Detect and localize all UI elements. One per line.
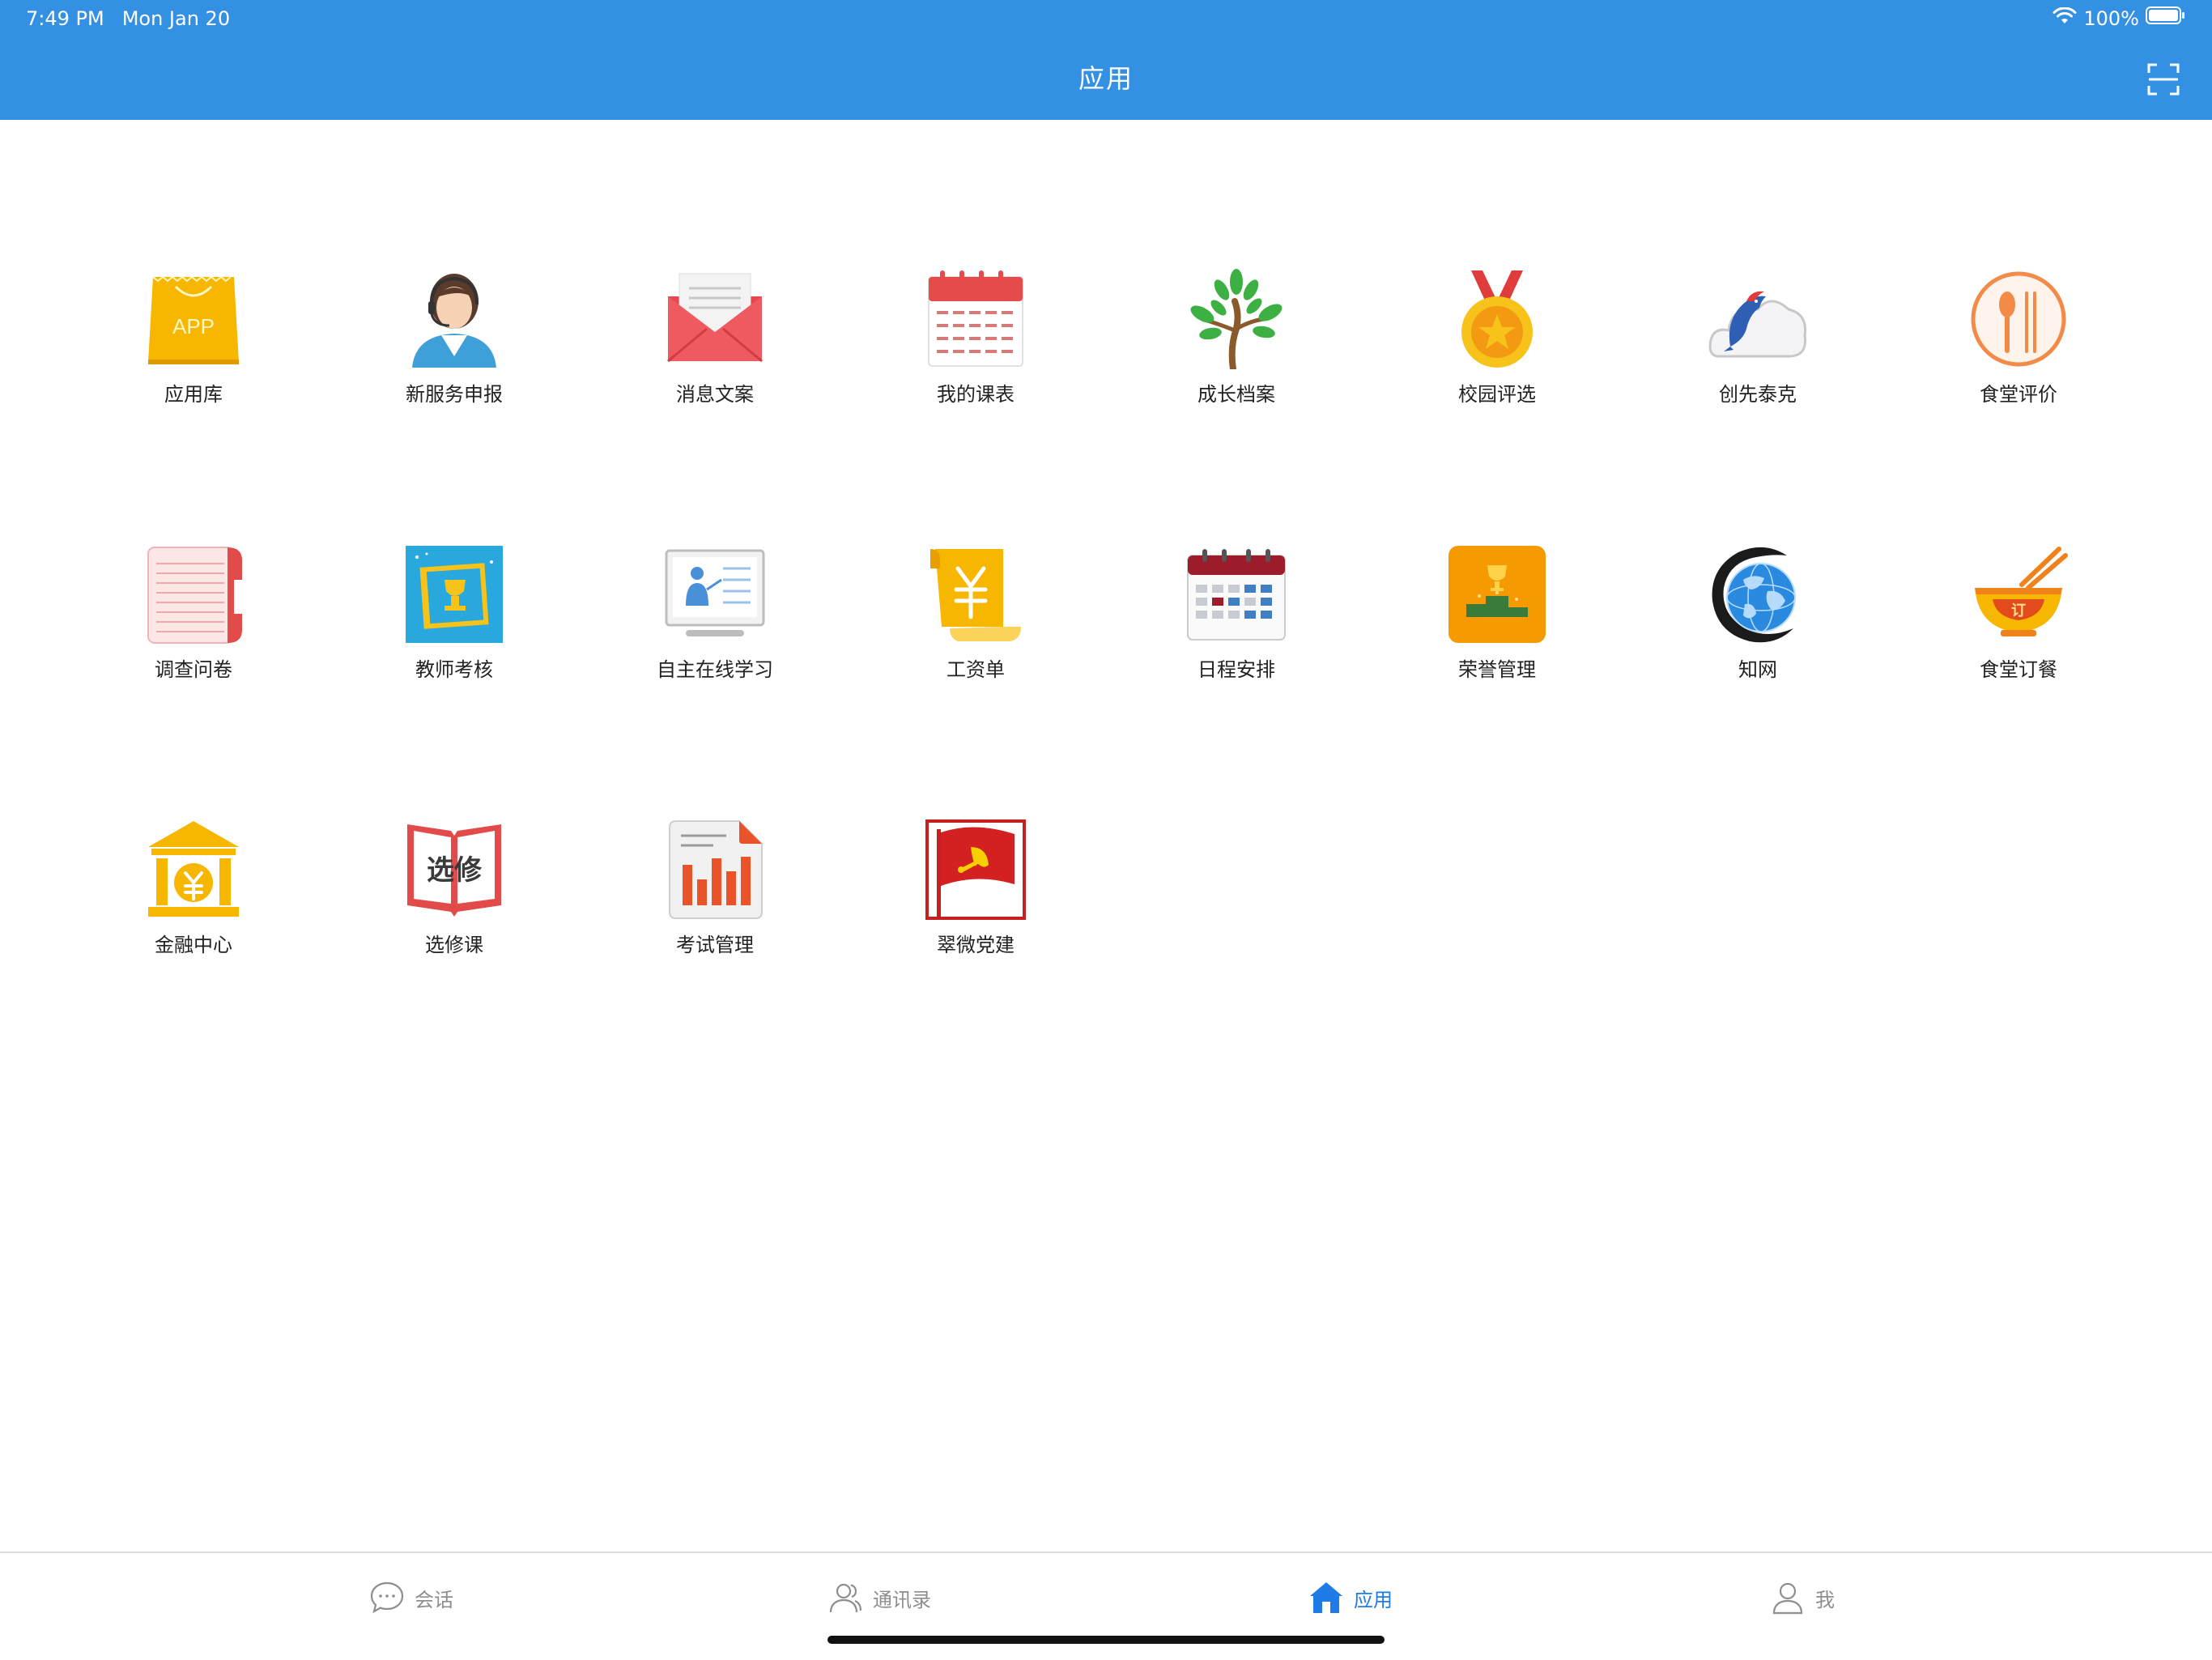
app-label: 金融中心 bbox=[155, 934, 232, 956]
svg-text:APP: APP bbox=[172, 314, 215, 338]
app-tile-survey[interactable]: 调查问卷 bbox=[63, 470, 324, 681]
online-teacher-icon bbox=[665, 544, 765, 645]
home-indicator bbox=[827, 1636, 1385, 1644]
order-bowl-icon: 订 bbox=[1968, 544, 2069, 645]
globe-icon bbox=[1708, 544, 1808, 645]
app-label: 创先泰克 bbox=[1719, 383, 1797, 406]
profile-icon bbox=[1770, 1580, 1806, 1615]
survey-notebook-icon bbox=[143, 544, 244, 645]
svg-text:选修: 选修 bbox=[427, 854, 483, 887]
tab-chat[interactable]: 会话 bbox=[369, 1577, 453, 1618]
app-tile-online-learning[interactable]: 自主在线学习 bbox=[585, 470, 845, 681]
status-date: Mon Jan 20 bbox=[121, 7, 231, 30]
app-tile-elective[interactable]: 选修 选修课 bbox=[324, 745, 585, 956]
app-tile-app-store[interactable]: APP 应用库 bbox=[63, 194, 324, 406]
app-tile-honor[interactable]: 荣誉管理 bbox=[1367, 470, 1627, 681]
app-tile-party[interactable]: 翠微党建 bbox=[845, 745, 1106, 956]
app-label: 食堂评价 bbox=[1980, 383, 2057, 406]
page-title: 应用 bbox=[1078, 63, 1134, 94]
app-tile-teacher-assessment[interactable]: 教师考核 bbox=[324, 470, 585, 681]
elective-book-icon: 选修 bbox=[404, 819, 504, 920]
tab-contacts[interactable]: 通讯录 bbox=[827, 1577, 931, 1618]
app-tile-agenda[interactable]: 日程安排 bbox=[1106, 470, 1367, 681]
app-label: 校园评选 bbox=[1458, 383, 1536, 406]
scan-icon[interactable] bbox=[2146, 62, 2181, 97]
contacts-icon bbox=[827, 1580, 863, 1615]
battery-percent: 100% bbox=[2083, 7, 2139, 30]
app-label: 选修课 bbox=[425, 934, 483, 956]
app-label: 荣誉管理 bbox=[1458, 658, 1536, 681]
app-tile-campus-selection[interactable]: 校园评选 bbox=[1367, 194, 1627, 406]
app-tile-growth[interactable]: 成长档案 bbox=[1106, 194, 1367, 406]
dolphin-cloud-icon bbox=[1708, 269, 1808, 369]
app-tile-chuangxian[interactable]: 创先泰克 bbox=[1627, 194, 1888, 406]
message-envelope-icon bbox=[665, 269, 765, 369]
tab-label: 通讯录 bbox=[873, 1588, 931, 1611]
app-tile-salary[interactable]: 工资单 bbox=[845, 470, 1106, 681]
svg-text:订: 订 bbox=[2011, 602, 2026, 619]
trophy-photo-icon bbox=[404, 544, 504, 645]
party-flag-icon bbox=[925, 819, 1026, 920]
app-tile-my-schedule[interactable]: 我的课表 bbox=[845, 194, 1106, 406]
app-tile-exam[interactable]: 考试管理 bbox=[585, 745, 845, 956]
app-label: 消息文案 bbox=[676, 383, 754, 406]
app-tile-canteen-order[interactable]: 订 食堂订餐 bbox=[1888, 470, 2149, 681]
growth-tree-icon bbox=[1186, 269, 1287, 369]
app-label: 考试管理 bbox=[676, 934, 754, 956]
status-time: 7:49 PM bbox=[26, 7, 104, 30]
calendar-schedule-icon bbox=[925, 269, 1026, 369]
status-bar-left: 7:49 PM Mon Jan 20 bbox=[26, 5, 230, 32]
app-label: 知网 bbox=[1738, 658, 1777, 681]
spoon-fork-icon bbox=[1968, 269, 2069, 369]
app-label: 食堂订餐 bbox=[1980, 658, 2057, 681]
tab-me[interactable]: 我 bbox=[1770, 1577, 1835, 1618]
app-label: 自主在线学习 bbox=[657, 658, 773, 681]
app-label: 调查问卷 bbox=[155, 658, 232, 681]
app-label: 翠微党建 bbox=[937, 934, 1015, 956]
app-label: 工资单 bbox=[946, 658, 1005, 681]
app-tile-canteen-review[interactable]: 食堂评价 bbox=[1888, 194, 2149, 406]
app-label: 教师考核 bbox=[415, 658, 493, 681]
tab-label: 应用 bbox=[1354, 1588, 1393, 1611]
app-label: 成长档案 bbox=[1197, 383, 1275, 406]
battery-icon bbox=[2146, 5, 2186, 32]
app-tile-finance[interactable]: 金融中心 bbox=[63, 745, 324, 956]
exam-chart-icon bbox=[665, 819, 765, 920]
app-store-icon: APP bbox=[143, 269, 244, 369]
salary-scroll-icon bbox=[925, 544, 1026, 645]
tab-apps[interactable]: 应用 bbox=[1308, 1577, 1393, 1618]
status-bar-right: 100% bbox=[2052, 5, 2186, 32]
medal-icon bbox=[1447, 269, 1547, 369]
chat-bubble-icon bbox=[369, 1580, 405, 1615]
honor-podium-icon bbox=[1447, 544, 1547, 645]
app-label: 我的课表 bbox=[937, 383, 1015, 406]
app-tile-new-service[interactable]: 新服务申报 bbox=[324, 194, 585, 406]
tab-label: 会话 bbox=[415, 1588, 453, 1611]
app-label: 应用库 bbox=[164, 383, 223, 406]
service-agent-icon bbox=[404, 269, 504, 369]
bank-icon bbox=[143, 819, 244, 920]
app-tile-message[interactable]: 消息文案 bbox=[585, 194, 845, 406]
app-tile-cnki[interactable]: 知网 bbox=[1627, 470, 1888, 681]
app-label: 新服务申报 bbox=[406, 383, 503, 406]
tab-label: 我 bbox=[1815, 1588, 1835, 1611]
calendar-agenda-icon bbox=[1186, 544, 1287, 645]
home-icon bbox=[1308, 1580, 1344, 1615]
top-bar: 7:49 PM Mon Jan 20 100% 应用 bbox=[0, 0, 2212, 120]
app-label: 日程安排 bbox=[1197, 658, 1275, 681]
wifi-icon bbox=[2052, 5, 2077, 32]
